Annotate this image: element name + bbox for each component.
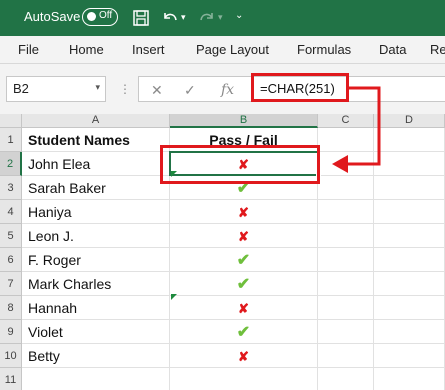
cell-d8[interactable] <box>374 296 445 320</box>
cancel-icon[interactable]: ✕ <box>151 82 163 99</box>
cell-a1[interactable]: Student Names <box>22 128 170 152</box>
select-all-button[interactable] <box>0 114 22 128</box>
cell-c5[interactable] <box>318 224 374 248</box>
error-indicator-icon[interactable] <box>171 294 177 300</box>
cell-b4[interactable]: ✘ <box>170 200 318 224</box>
row-header[interactable]: 9 <box>0 320 22 344</box>
row-header[interactable]: 3 <box>0 176 22 200</box>
cell-d1[interactable] <box>374 128 445 152</box>
cell-c1[interactable] <box>318 128 374 152</box>
cell-highlight <box>160 145 320 184</box>
name-box-value: B2 <box>13 81 29 96</box>
cell-a11[interactable] <box>22 368 170 390</box>
column-header-c[interactable]: C <box>318 114 374 128</box>
cell-a10[interactable]: Betty <box>22 344 170 368</box>
column-header-b[interactable]: B <box>170 114 318 128</box>
formula-highlight <box>251 73 349 102</box>
cross-mark-icon: ✘ <box>238 229 249 244</box>
tab-page-layout[interactable]: Page Layout <box>196 42 269 57</box>
cell-c4[interactable] <box>318 200 374 224</box>
cell-b5[interactable]: ✘ <box>170 224 318 248</box>
check-mark-icon: ✔ <box>236 252 251 269</box>
save-icon[interactable] <box>131 8 151 28</box>
autosave-toggle[interactable]: Off <box>82 8 118 26</box>
undo-icon[interactable] <box>160 8 180 28</box>
undo-dropdown-icon[interactable]: ▾ <box>181 12 186 23</box>
cell-d5[interactable] <box>374 224 445 248</box>
tab-data[interactable]: Data <box>379 42 406 57</box>
cell-d7[interactable] <box>374 272 445 296</box>
row-header[interactable]: 8 <box>0 296 22 320</box>
column-header-d[interactable]: D <box>374 114 445 128</box>
cell-d10[interactable] <box>374 344 445 368</box>
cell-a8[interactable]: Hannah <box>22 296 170 320</box>
more-icon[interactable]: ⋮ <box>119 82 131 96</box>
row-header[interactable]: 11 <box>0 368 22 390</box>
row-header[interactable]: 5 <box>0 224 22 248</box>
cell-d2[interactable] <box>374 152 445 176</box>
cell-c9[interactable] <box>318 320 374 344</box>
cell-b9[interactable]: ✔ <box>170 320 318 344</box>
title-bar: AutoSave Off ▾ ▾ ⌄ <box>0 0 445 36</box>
autosave-label: AutoSave <box>24 9 81 24</box>
formula-buttons: ✕ ✓ fx <box>138 76 252 102</box>
cell-c3[interactable] <box>318 176 374 200</box>
cell-a5[interactable]: Leon J. <box>22 224 170 248</box>
cell-c8[interactable] <box>318 296 374 320</box>
cell-b6[interactable]: ✔ <box>170 248 318 272</box>
cell-b10[interactable]: ✘ <box>170 344 318 368</box>
cell-a4[interactable]: Haniya <box>22 200 170 224</box>
row-header[interactable]: 7 <box>0 272 22 296</box>
autosave-toggle-text: Off <box>99 10 113 21</box>
cell-a9[interactable]: Violet <box>22 320 170 344</box>
check-mark-icon: ✔ <box>236 276 251 293</box>
formula-bar: B2 ▾ ⋮ ✕ ✓ fx =CHAR(251) <box>0 64 445 114</box>
ribbon-tabs: File Home Insert Page Layout Formulas Da… <box>0 36 445 64</box>
tab-formulas[interactable]: Formulas <box>297 42 351 57</box>
name-box[interactable]: B2 ▾ <box>6 76 106 102</box>
toggle-knob <box>87 12 96 21</box>
enter-icon[interactable]: ✓ <box>184 82 196 99</box>
cell-c11[interactable] <box>318 368 374 390</box>
redo-icon <box>197 8 217 28</box>
cell-d3[interactable] <box>374 176 445 200</box>
cell-a2[interactable]: John Elea <box>22 152 170 176</box>
tab-file[interactable]: File <box>18 42 39 57</box>
cell-a6[interactable]: F. Roger <box>22 248 170 272</box>
cell-d9[interactable] <box>374 320 445 344</box>
cell-b11[interactable] <box>170 368 318 390</box>
cell-a3[interactable]: Sarah Baker <box>22 176 170 200</box>
cell-d11[interactable] <box>374 368 445 390</box>
row-header[interactable]: 2 <box>0 152 22 176</box>
cross-mark-icon: ✘ <box>238 205 249 220</box>
tab-insert[interactable]: Insert <box>132 42 165 57</box>
row-header[interactable]: 4 <box>0 200 22 224</box>
cell-d6[interactable] <box>374 248 445 272</box>
excel-window: AutoSave Off ▾ ▾ ⌄ File Home Insert Page… <box>0 0 445 390</box>
cell-c10[interactable] <box>318 344 374 368</box>
row-header[interactable]: 10 <box>0 344 22 368</box>
cell-b8[interactable]: ✘ <box>170 296 318 320</box>
row-header[interactable]: 6 <box>0 248 22 272</box>
cross-mark-icon: ✘ <box>238 301 249 316</box>
chevron-down-icon[interactable]: ▾ <box>95 82 100 93</box>
cell-d4[interactable] <box>374 200 445 224</box>
cell-c2[interactable] <box>318 152 374 176</box>
cell-c7[interactable] <box>318 272 374 296</box>
cell-b7[interactable]: ✔ <box>170 272 318 296</box>
row-header[interactable]: 1 <box>0 128 22 152</box>
tab-review[interactable]: Re <box>430 42 445 57</box>
cell-a7[interactable]: Mark Charles <box>22 272 170 296</box>
tab-home[interactable]: Home <box>69 42 104 57</box>
insert-function-icon[interactable]: fx <box>221 82 234 98</box>
redo-dropdown-icon: ▾ <box>218 12 223 22</box>
cell-c6[interactable] <box>318 248 374 272</box>
cross-mark-icon: ✘ <box>238 349 249 364</box>
chevron-down-icon[interactable]: ⌄ <box>235 10 243 21</box>
check-mark-icon: ✔ <box>236 324 251 341</box>
column-header-a[interactable]: A <box>22 114 170 128</box>
